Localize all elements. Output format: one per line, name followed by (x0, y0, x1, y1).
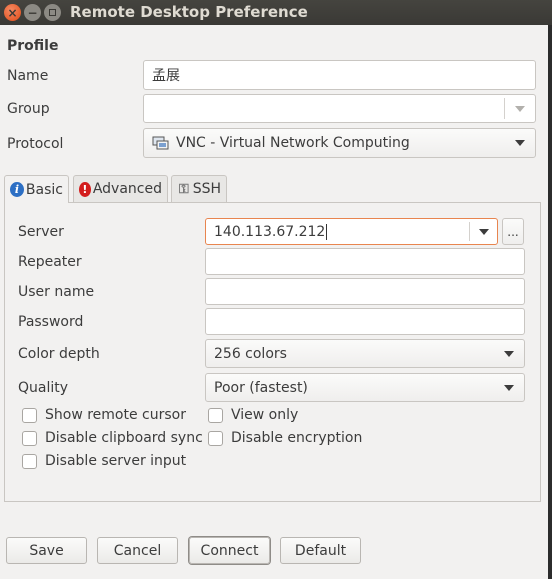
browse-server-button[interactable]: ... (502, 218, 524, 245)
ssh-key-icon: ⚿ (178, 181, 189, 197)
background-window-edge (548, 25, 552, 579)
repeater-field[interactable] (205, 248, 525, 275)
tab-bar: i Basic ! Advanced ⚿ SSH (4, 175, 544, 203)
group-combo-separator (504, 98, 505, 119)
basic-tab-panel: Server 140.113.67.212 ... Repeater User … (4, 202, 541, 502)
protocol-label: Protocol (7, 136, 64, 152)
server-combo[interactable]: 140.113.67.212 (205, 218, 498, 245)
view-only-label: View only (231, 407, 299, 423)
chevron-down-icon (515, 140, 525, 146)
show-remote-cursor-checkbox[interactable]: Show remote cursor (22, 407, 186, 423)
name-field[interactable]: 孟展 (143, 60, 536, 90)
tab-advanced-label: Advanced (92, 181, 162, 197)
checkbox-box[interactable] (22, 430, 37, 446)
color-depth-label: Color depth (18, 346, 100, 362)
color-depth-value: 256 colors (214, 345, 287, 362)
window-title: Remote Desktop Preference (70, 3, 308, 21)
profile-heading: Profile (7, 38, 59, 54)
warning-icon: ! (79, 181, 91, 197)
chevron-down-icon (504, 384, 514, 391)
minimize-window-icon[interactable]: − (24, 4, 41, 21)
tab-ssh[interactable]: ⚿ SSH (171, 175, 227, 202)
text-caret (326, 223, 328, 240)
server-label: Server (18, 224, 64, 240)
tab-basic[interactable]: i Basic (4, 175, 69, 203)
protocol-value: VNC - Virtual Network Computing (176, 135, 410, 151)
repeater-label: Repeater (18, 254, 82, 270)
checkbox-box[interactable] (22, 453, 37, 469)
quality-label: Quality (18, 380, 69, 396)
close-window-icon[interactable]: × (4, 4, 21, 21)
password-field[interactable] (205, 308, 525, 335)
info-icon: i (10, 182, 24, 197)
protocol-select[interactable]: VNC - Virtual Network Computing (143, 128, 536, 158)
checkbox-box[interactable] (208, 407, 223, 423)
default-button[interactable]: Default (280, 537, 361, 564)
checkbox-box[interactable] (22, 407, 37, 423)
disable-clipboard-sync-checkbox[interactable]: Disable clipboard sync (22, 430, 203, 446)
checkbox-box[interactable] (208, 430, 223, 446)
username-label: User name (18, 284, 95, 300)
view-only-checkbox[interactable]: View only (208, 407, 298, 423)
tab-advanced[interactable]: ! Advanced (73, 175, 168, 202)
connect-button[interactable]: Connect (189, 537, 270, 564)
chevron-down-icon (504, 350, 514, 357)
disable-encryption-checkbox[interactable]: Disable encryption (208, 430, 362, 446)
name-value: 孟展 (152, 68, 180, 84)
disable-clipboard-sync-label: Disable clipboard sync (45, 430, 203, 446)
chevron-down-icon[interactable] (479, 228, 489, 235)
maximize-window-icon[interactable] (44, 4, 61, 21)
name-label: Name (7, 68, 49, 84)
disable-encryption-label: Disable encryption (231, 430, 363, 446)
tab-ssh-label: SSH (192, 181, 221, 197)
server-value: 140.113.67.212 (214, 223, 326, 240)
quality-value: Poor (fastest) (214, 379, 308, 396)
group-label: Group (7, 101, 50, 117)
title-bar: × − Remote Desktop Preference (0, 0, 552, 25)
quality-select[interactable]: Poor (fastest) (205, 373, 525, 402)
username-field[interactable] (205, 278, 525, 305)
group-combo[interactable] (143, 94, 536, 123)
tab-basic-label: Basic (25, 181, 63, 198)
cancel-button[interactable]: Cancel (97, 537, 178, 564)
color-depth-select[interactable]: 256 colors (205, 339, 525, 368)
monitor-icon (152, 136, 169, 149)
show-remote-cursor-label: Show remote cursor (45, 407, 186, 423)
server-combo-separator (469, 222, 470, 241)
save-button[interactable]: Save (6, 537, 87, 564)
disable-server-input-checkbox[interactable]: Disable server input (22, 453, 186, 469)
disable-server-input-label: Disable server input (45, 453, 187, 469)
chevron-down-icon[interactable] (515, 105, 525, 112)
password-label: Password (18, 314, 84, 330)
